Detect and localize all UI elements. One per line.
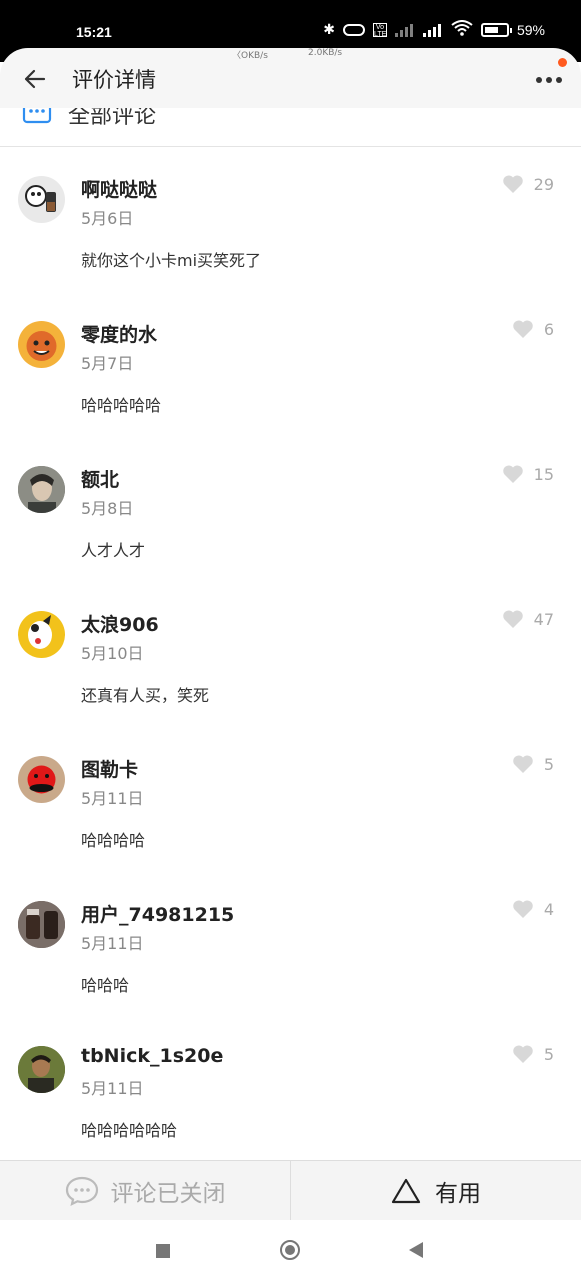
- comment-text: 人才人才: [81, 541, 146, 560]
- comment-date: 5月11日: [81, 934, 144, 953]
- comment-date: 5月7日: [81, 354, 134, 373]
- recent-apps-button[interactable]: [156, 1244, 170, 1258]
- app-header: 〈OKB/s 2.0KB/s 评价详情: [0, 48, 581, 108]
- comments-closed-label: 评论已关闭: [110, 1181, 226, 1207]
- username[interactable]: 图勒卡: [81, 755, 138, 782]
- comment-item: 额北 5月8日 人才人才 15: [0, 436, 581, 581]
- comment-text: 哈哈哈: [81, 976, 130, 995]
- username[interactable]: 啊哒哒哒: [81, 175, 157, 202]
- like-button[interactable]: 6: [512, 319, 554, 339]
- avatar[interactable]: [18, 1046, 65, 1093]
- network-speed-left: 〈OKB/s: [232, 51, 268, 61]
- comment-item: 啊哒哒哒 5月6日 就你这个小卡mi买笑死了 29: [0, 146, 581, 291]
- status-time: 15:21: [76, 24, 112, 40]
- status-icons: ✱ Vo LTE 59%: [323, 20, 545, 39]
- battery-icon: [480, 22, 512, 37]
- comment-text: 哈哈哈哈哈: [81, 396, 162, 415]
- comment-date: 5月11日: [81, 789, 144, 808]
- notification-dot: [558, 58, 567, 67]
- username[interactable]: 太浪906: [81, 610, 159, 637]
- comments-closed-button: 评论已关闭: [0, 1161, 291, 1221]
- comment-text: 就你这个小卡mi买笑死了: [81, 251, 262, 270]
- comment-text: 哈哈哈哈哈哈: [81, 1121, 178, 1140]
- like-count: 5: [543, 1044, 554, 1064]
- like-button[interactable]: 5: [512, 754, 554, 774]
- comment-text: 哈哈哈哈: [81, 831, 146, 850]
- username[interactable]: 用户_74981215: [81, 900, 234, 927]
- signal-icon-2: [422, 23, 443, 37]
- network-speed-right: 2.0KB/s: [308, 48, 343, 58]
- wifi-icon: [451, 20, 473, 39]
- username[interactable]: 额北: [81, 465, 119, 492]
- heart-icon: [513, 1045, 533, 1063]
- home-button[interactable]: [280, 1240, 300, 1260]
- nav-back-button[interactable]: [409, 1242, 423, 1258]
- section-title: 全部评论: [68, 108, 157, 129]
- comment-section-icon: [22, 108, 52, 124]
- username[interactable]: 零度的水: [81, 320, 157, 347]
- comment-text: 还真有人买，笑死: [81, 686, 210, 705]
- system-nav-bar: [0, 1220, 581, 1280]
- like-count: 15: [533, 464, 554, 484]
- bluetooth-icon: ✱: [323, 21, 335, 37]
- heart-icon: [513, 755, 533, 773]
- hd-icon: [342, 23, 365, 36]
- volte-icon: Vo LTE: [372, 22, 387, 38]
- useful-label: 有用: [435, 1181, 481, 1207]
- like-button[interactable]: 29: [502, 174, 554, 194]
- battery-percent: 59%: [516, 21, 545, 38]
- page-title: 评价详情: [72, 68, 156, 92]
- comment-item: 图勒卡 5月11日 哈哈哈哈 5: [0, 726, 581, 871]
- comment-date: 5月6日: [81, 209, 134, 228]
- avatar[interactable]: [18, 321, 65, 368]
- chat-bubble-icon: [65, 1176, 98, 1206]
- comment-item: 零度的水 5月7日 哈哈哈哈哈 6: [0, 291, 581, 436]
- heart-icon: [502, 175, 523, 193]
- like-count: 5: [543, 754, 554, 774]
- heart-icon: [502, 465, 523, 483]
- like-count: 29: [533, 174, 554, 194]
- comment-date: 5月10日: [81, 644, 144, 663]
- like-button[interactable]: 15: [502, 464, 554, 484]
- heart-icon: [513, 900, 533, 918]
- more-options-icon[interactable]: [535, 70, 563, 90]
- useful-button[interactable]: 有用: [291, 1161, 581, 1221]
- section-header: 全部评论: [0, 108, 581, 147]
- heart-icon: [502, 610, 523, 628]
- avatar[interactable]: [18, 466, 65, 513]
- comment-date: 5月11日: [81, 1079, 144, 1098]
- signal-icon-1: [394, 23, 415, 37]
- avatar[interactable]: [18, 176, 65, 223]
- heart-icon: [513, 320, 533, 338]
- back-arrow-icon[interactable]: [22, 66, 48, 92]
- like-count: 6: [543, 319, 554, 339]
- comment-item: 太浪906 5月10日 还真有人买，笑死 47: [0, 581, 581, 726]
- avatar[interactable]: [18, 756, 65, 803]
- bottom-action-bar: 评论已关闭 有用: [0, 1160, 581, 1221]
- username[interactable]: tbNick_1s20e: [81, 1045, 223, 1067]
- avatar[interactable]: [18, 901, 65, 948]
- like-count: 47: [533, 609, 554, 629]
- like-button[interactable]: 4: [512, 899, 554, 919]
- comment-item: 用户_74981215 5月11日 哈哈哈 4: [0, 871, 581, 1016]
- like-button[interactable]: 5: [512, 1044, 554, 1064]
- comment-date: 5月8日: [81, 499, 134, 518]
- triangle-up-icon: [391, 1178, 421, 1204]
- like-button[interactable]: 47: [502, 609, 554, 629]
- comment-item: tbNick_1s20e 5月11日 哈哈哈哈哈哈 5: [0, 1016, 581, 1161]
- like-count: 4: [543, 899, 554, 919]
- avatar[interactable]: [18, 611, 65, 658]
